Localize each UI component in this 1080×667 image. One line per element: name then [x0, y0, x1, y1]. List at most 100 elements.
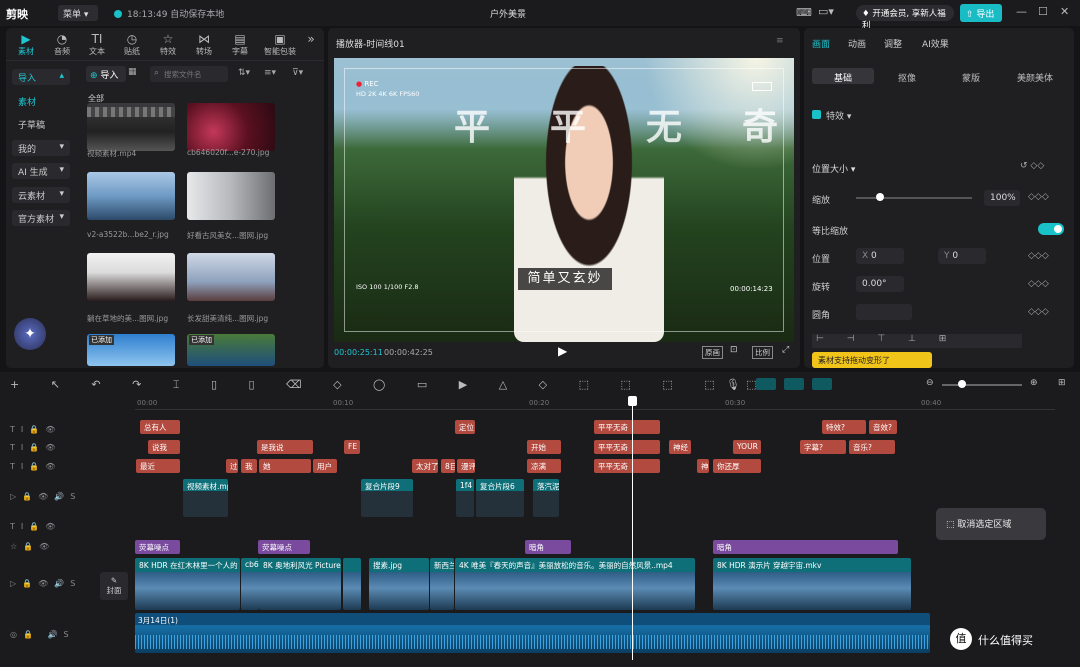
media-thumb[interactable]: [187, 103, 275, 151]
timeline-clip[interactable]: 1f4: [456, 479, 474, 517]
timeline-clip[interactable]: 复合片段9: [361, 479, 413, 517]
keyframe-icon[interactable]: ◇◇◇: [1028, 192, 1049, 202]
timeline-clip[interactable]: 8K HDR 在红木林里一个人的: [135, 558, 240, 610]
fit-icon[interactable]: ⊞: [1058, 378, 1066, 388]
track-controls[interactable]: ◎🔒 🔊S: [10, 630, 75, 639]
track-controls[interactable]: ☆🔒👁: [10, 542, 55, 551]
play-icon[interactable]: ▶: [558, 344, 567, 358]
timeline-clip[interactable]: 最近: [136, 459, 180, 473]
timeline-clip[interactable]: YOUR: [733, 440, 761, 454]
maximize-icon[interactable]: ☐: [1038, 5, 1048, 18]
media-thumb[interactable]: [87, 103, 175, 151]
grid-icon[interactable]: ▦: [128, 67, 137, 77]
zoom-in-icon[interactable]: ⊕: [1030, 378, 1038, 388]
timeline-clip[interactable]: 神: [697, 459, 709, 473]
timeline-clip[interactable]: 神经: [669, 440, 691, 454]
keyboard-icon[interactable]: ⌨: [796, 6, 812, 19]
sidebar-item-cloud[interactable]: 云素材 ▾: [12, 187, 70, 203]
filter-icon[interactable]: ⊽▾: [292, 68, 303, 78]
zoom-out-icon[interactable]: ⊖: [926, 378, 934, 388]
timeline-clip[interactable]: 音乐?: [849, 440, 895, 454]
timeline-clip[interactable]: 暗角: [525, 540, 571, 554]
timeline-clip[interactable]: 复合片段6: [476, 479, 524, 517]
sidebar-item-material[interactable]: 素材: [12, 93, 70, 109]
timeline-clip[interactable]: FE: [344, 440, 360, 454]
rotate-input[interactable]: 0.00°: [856, 276, 904, 292]
sidebar-item-ai[interactable]: AI 生成 ▾: [12, 163, 70, 179]
track-controls[interactable]: TI🔒👁: [10, 425, 61, 434]
timeline-clip[interactable]: 新西兰: [430, 558, 454, 610]
player-menu-icon[interactable]: ≡: [776, 36, 784, 46]
media-thumb[interactable]: 已添加: [187, 334, 275, 366]
timeline-clip[interactable]: 搜素.jpg: [369, 558, 429, 610]
timeline-clip[interactable]: 是我说: [257, 440, 313, 454]
timeline-clip[interactable]: 8K 奥地利风光 Picture: [259, 558, 341, 610]
tab-smart-pack[interactable]: ▣ 智能包装: [258, 32, 302, 57]
playhead-handle[interactable]: [628, 396, 637, 406]
vip-button[interactable]: ♦ 开通会员, 享新人福利: [856, 5, 954, 31]
video-preview[interactable]: 平平无奇 简单又玄妙 ● REC HD 2K 4K 6K FPS60 ISO 1…: [334, 58, 794, 342]
tab-sticker[interactable]: ◷ 贴纸: [114, 32, 150, 57]
media-thumb[interactable]: 已添加: [87, 334, 175, 366]
reset-icon[interactable]: ↺ ◇◇: [1020, 161, 1044, 171]
media-thumb[interactable]: [87, 253, 175, 301]
keyframe-icon[interactable]: ◇◇◇: [1028, 251, 1049, 261]
tab-effects[interactable]: ☆ 特效: [150, 32, 186, 57]
tab-subtitle[interactable]: ▤ 字幕: [222, 32, 258, 57]
track-controls[interactable]: TI🔒👁: [10, 443, 61, 452]
effect-checkbox[interactable]: [812, 110, 821, 119]
timeline-clip[interactable]: 漫评: [457, 459, 475, 473]
timeline-clip[interactable]: 过: [226, 459, 238, 473]
playhead[interactable]: [632, 398, 633, 660]
zoom-fit-icon[interactable]: ⊡: [730, 345, 738, 355]
scale-slider[interactable]: [856, 193, 972, 201]
ai-assistant-button[interactable]: ✦: [14, 318, 46, 350]
sidebar-item-import[interactable]: 导入 ▴: [12, 69, 70, 85]
cover-button[interactable]: ✎ 封面: [100, 572, 128, 600]
tab-audio[interactable]: ◔ 音频: [44, 32, 80, 57]
zoom-slider[interactable]: [942, 380, 1022, 388]
timeline-clip[interactable]: 特效?: [822, 420, 866, 434]
timeline-clip[interactable]: 太对了: [412, 459, 438, 473]
timeline-clip[interactable]: 平平无奇: [594, 440, 660, 454]
timeline-clip[interactable]: 平平无奇: [594, 459, 660, 473]
timeline-clip[interactable]: cb6: [241, 558, 259, 610]
sort-icon[interactable]: ⇅▾: [238, 68, 250, 78]
sidebar-item-mine[interactable]: 我的 ▾: [12, 140, 70, 156]
menu-button[interactable]: 菜单 ▾: [58, 5, 98, 21]
tab-picture[interactable]: 画面: [812, 37, 830, 50]
subtab-keying[interactable]: 抠像: [876, 68, 938, 84]
tab-animation[interactable]: 动画: [848, 37, 866, 50]
export-button[interactable]: ⇧ 导出: [960, 4, 1002, 22]
timeline-clip[interactable]: 平平无奇: [594, 420, 660, 434]
timeline-clip[interactable]: 字幕?: [800, 440, 846, 454]
track-controls[interactable]: ▷🔒👁🔊S: [10, 492, 81, 501]
tab-media[interactable]: ▶ 素材: [8, 32, 44, 57]
timeline-clip[interactable]: 总有人: [140, 420, 180, 434]
subtab-basic[interactable]: 基础: [812, 68, 874, 84]
snap-icon[interactable]: [784, 378, 804, 390]
list-sort-icon[interactable]: ≡▾: [264, 68, 276, 78]
minimize-icon[interactable]: —: [1016, 5, 1027, 18]
scale-input[interactable]: 100%: [984, 190, 1020, 206]
search-input[interactable]: [164, 67, 226, 81]
tab-ai-effects[interactable]: AI效果: [922, 37, 949, 50]
track-controls[interactable]: ▷🔒👁🔊S: [10, 579, 81, 588]
timeline-clip[interactable]: 暗角: [713, 540, 898, 554]
timeline-clip[interactable]: 用户: [313, 459, 337, 473]
tab-text[interactable]: TI 文本: [79, 32, 115, 57]
timeline-clip[interactable]: 说我: [148, 440, 180, 454]
search-box[interactable]: ⌕: [150, 66, 228, 82]
scale-handle[interactable]: [876, 193, 884, 201]
zoom-handle[interactable]: [958, 380, 966, 388]
media-thumb[interactable]: [87, 172, 175, 220]
media-thumb[interactable]: [187, 172, 275, 220]
sidebar-item-subdraft[interactable]: 子草稿: [12, 116, 70, 132]
corner-input[interactable]: [856, 304, 912, 320]
fullscreen-icon[interactable]: ⤢: [782, 345, 789, 355]
timeline-clip[interactable]: 4K 唯美『春天的声音』美丽放松的音乐。美丽的自然风景..mp4: [455, 558, 695, 610]
tab-adjust[interactable]: 调整: [884, 37, 902, 50]
subtab-mask[interactable]: 蒙版: [940, 68, 1002, 84]
media-thumb[interactable]: [187, 253, 275, 301]
subtab-beauty[interactable]: 美颜美体: [1004, 68, 1066, 84]
